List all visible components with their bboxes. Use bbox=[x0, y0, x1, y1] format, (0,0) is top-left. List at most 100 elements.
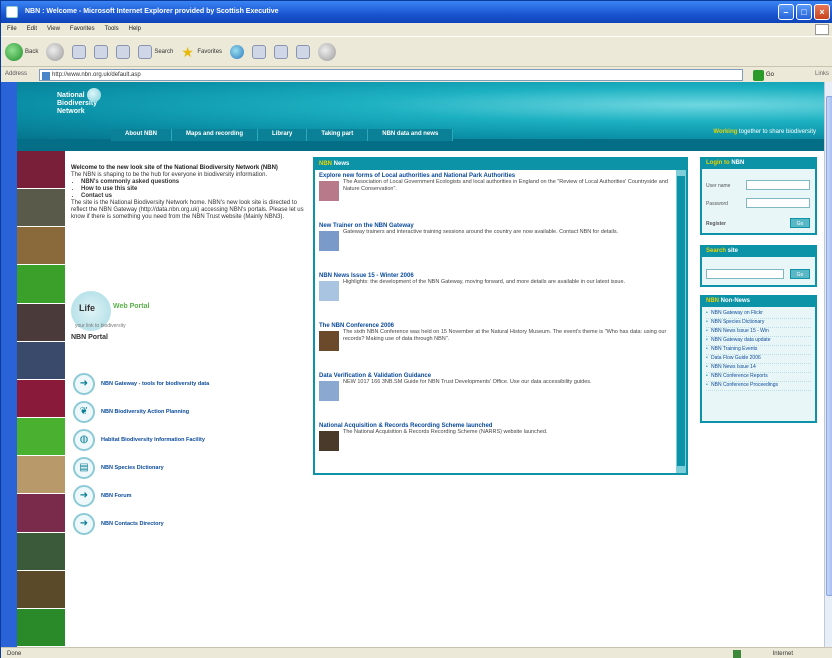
portal-item[interactable]: ▤ NBN Species Dictionary bbox=[73, 454, 273, 482]
intro-paragraph: The NBN is shaping to be the hub for eve… bbox=[71, 172, 268, 178]
nav-library[interactable]: Library bbox=[258, 129, 308, 141]
stop-icon bbox=[72, 44, 87, 59]
nav-data-news[interactable]: NBN data and news bbox=[368, 129, 454, 141]
news-item: Data Verification & Validation Guidance … bbox=[315, 370, 676, 420]
photo-thumbnail bbox=[17, 418, 65, 457]
portal-item[interactable]: ◍ Habitat Biodiversity Information Facili… bbox=[73, 426, 273, 454]
book-icon: ▤ bbox=[73, 457, 95, 479]
username-label: User name bbox=[706, 183, 731, 189]
page-scrollbar[interactable] bbox=[824, 82, 832, 647]
news-scrollbar[interactable] bbox=[676, 170, 686, 473]
non-news-link[interactable]: Data Flow Guide 2006 bbox=[706, 355, 811, 364]
search-go-button[interactable]: Go bbox=[790, 269, 810, 279]
life-web-portal-logo[interactable]: Life Web Portal your link to biodiversit… bbox=[71, 291, 161, 331]
site-search-input[interactable] bbox=[706, 269, 784, 279]
back-arrow-icon bbox=[5, 42, 23, 61]
non-news-link[interactable]: NBN Conference Proceedings bbox=[706, 382, 811, 391]
address-input[interactable]: http://www.nbn.org.uk/default.asp bbox=[39, 69, 743, 81]
login-box: Login to NBN User name Password Register… bbox=[700, 157, 817, 235]
intro-heading: Welcome to the new look site of the Nati… bbox=[71, 165, 278, 171]
search-button[interactable]: Search bbox=[138, 44, 173, 59]
non-news-link[interactable]: NBN Conference Reports bbox=[706, 373, 811, 382]
close-button[interactable]: × bbox=[814, 4, 830, 20]
news-thumbnail bbox=[319, 331, 339, 351]
lwp-web-word: Web Portal bbox=[113, 303, 150, 310]
news-item: Explore new forms of Local authorities a… bbox=[315, 170, 676, 220]
print-icon bbox=[296, 44, 311, 59]
forward-arrow-icon bbox=[46, 42, 65, 61]
media-button[interactable] bbox=[230, 44, 245, 59]
portal-item[interactable]: ➜ NBN Gateway - tools for biodiversity da… bbox=[73, 370, 273, 398]
portal-item[interactable]: ❦ NBN Biodiversity Action Planning bbox=[73, 398, 273, 426]
forward-button[interactable] bbox=[46, 42, 65, 61]
menu-favorites[interactable]: Favorites bbox=[70, 26, 95, 36]
search-icon bbox=[138, 44, 153, 59]
favorites-button[interactable]: ★ Favorites bbox=[181, 45, 222, 59]
zone-label: Internet bbox=[772, 651, 793, 657]
news-scroll-thumb[interactable] bbox=[677, 176, 685, 466]
print-button[interactable] bbox=[296, 44, 311, 59]
intro-link[interactable]: How to use this site bbox=[81, 186, 307, 193]
non-news-link[interactable]: NBN Gateway data update bbox=[706, 337, 811, 346]
non-news-link[interactable]: NBN Gateway on Flickr bbox=[706, 310, 811, 319]
news-thumbnail bbox=[319, 381, 339, 401]
menu-help[interactable]: Help bbox=[129, 26, 141, 36]
menu-view[interactable]: View bbox=[47, 26, 60, 36]
password-input[interactable] bbox=[746, 198, 810, 208]
nbn-logo[interactable]: National Biodiversity Network bbox=[57, 88, 101, 116]
home-icon bbox=[116, 44, 131, 59]
ie-icon bbox=[6, 6, 18, 18]
nav-about[interactable]: About NBN bbox=[111, 129, 172, 141]
nav-taking-part[interactable]: Taking part bbox=[307, 129, 369, 141]
history-button[interactable] bbox=[252, 44, 267, 59]
register-link[interactable]: Register bbox=[706, 221, 726, 227]
search-header: Search site bbox=[702, 247, 815, 257]
media-icon bbox=[230, 44, 245, 59]
page-scroll-thumb[interactable] bbox=[826, 96, 832, 596]
menu-tools[interactable]: Tools bbox=[105, 26, 119, 36]
photo-strip bbox=[17, 151, 65, 647]
intro-link[interactable]: Contact us bbox=[81, 193, 307, 200]
search-box: Search site Go bbox=[700, 245, 817, 287]
portal-item[interactable]: ➜ NBN Contacts Directory bbox=[73, 510, 273, 538]
minimize-button[interactable]: – bbox=[778, 4, 794, 20]
back-button[interactable]: Back bbox=[5, 42, 38, 61]
photo-thumbnail bbox=[17, 227, 65, 266]
portal-item[interactable]: ➜ NBN Forum bbox=[73, 482, 273, 510]
login-go-button[interactable]: Go bbox=[790, 218, 810, 228]
site-tagline: Working together to share biodiversity bbox=[713, 129, 816, 135]
home-button[interactable] bbox=[116, 44, 131, 59]
non-news-link[interactable]: NBN News Issue 14 bbox=[706, 364, 811, 373]
intro-paragraph: The site is the National Biodiversity Ne… bbox=[71, 200, 304, 220]
mail-icon bbox=[274, 44, 289, 59]
photo-thumbnail bbox=[17, 189, 65, 228]
links-button[interactable]: Links bbox=[815, 71, 829, 77]
news-thumbnail bbox=[319, 281, 339, 301]
non-news-link[interactable]: NBN Species Dictionary bbox=[706, 319, 811, 328]
nav-maps[interactable]: Maps and recording bbox=[172, 129, 259, 141]
non-news-link[interactable]: NBN News Issue 15 - Win bbox=[706, 328, 811, 337]
stop-button[interactable] bbox=[72, 44, 87, 59]
photo-thumbnail bbox=[17, 570, 65, 609]
leaf-icon: ❦ bbox=[73, 401, 95, 423]
menu-file[interactable]: File bbox=[7, 26, 17, 36]
go-button[interactable]: Go bbox=[753, 69, 781, 81]
menu-edit[interactable]: Edit bbox=[27, 26, 37, 36]
mail-button[interactable] bbox=[274, 44, 289, 59]
globe-icon: ◍ bbox=[73, 429, 95, 451]
menu-bar: File Edit View Favorites Tools Help bbox=[1, 23, 832, 36]
username-input[interactable] bbox=[746, 180, 810, 190]
refresh-button[interactable] bbox=[94, 44, 109, 59]
messenger-button[interactable] bbox=[318, 42, 337, 61]
page-viewport: National Biodiversity Network Working to… bbox=[17, 82, 824, 647]
maximize-button[interactable]: □ bbox=[796, 4, 812, 20]
news-item: NBN News Issue 15 - Winter 2006 Highligh… bbox=[315, 270, 676, 320]
address-label: Address bbox=[5, 71, 28, 77]
password-label: Password bbox=[706, 201, 728, 207]
refresh-icon bbox=[94, 44, 109, 59]
photo-thumbnail bbox=[17, 532, 65, 571]
non-news-link[interactable]: NBN Training Events bbox=[706, 346, 811, 355]
main-nav: About NBN Maps and recording Library Tak… bbox=[17, 129, 824, 151]
news-list: Explore new forms of Local authorities a… bbox=[315, 170, 676, 473]
intro-link[interactable]: NBN's commonly asked questions bbox=[81, 179, 307, 186]
